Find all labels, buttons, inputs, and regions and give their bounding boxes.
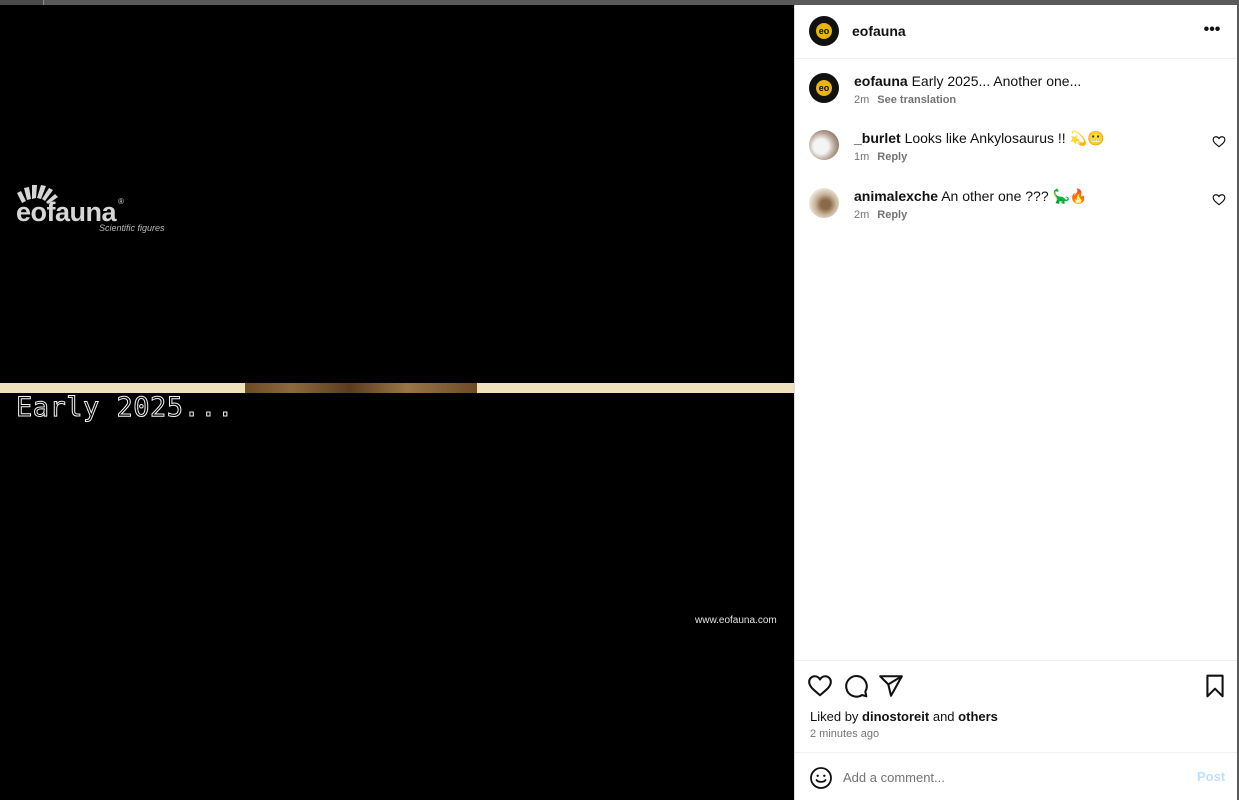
bookmark-icon[interactable] <box>1202 673 1228 699</box>
header-username[interactable]: eofauna <box>852 23 906 39</box>
comment-body: An other one ??? <box>941 188 1049 204</box>
comment-emoji: 💫😬 <box>1069 131 1105 147</box>
comment-body: Looks like Ankylosaurus !! <box>904 130 1066 146</box>
more-horizontal-icon[interactable]: ••• <box>1199 17 1225 43</box>
heart-icon[interactable] <box>807 673 833 699</box>
post-actions: Liked by dinostoreit and others 2 minute… <box>795 660 1238 752</box>
send-icon[interactable] <box>878 673 904 699</box>
comment-meta: 1m Reply <box>854 151 907 163</box>
comment-text: _burlet Looks like Ankylosaurus !! 💫😬 <box>854 129 1104 148</box>
comment-time[interactable]: 1m <box>854 151 869 163</box>
avatar[interactable] <box>809 130 839 160</box>
reply-button[interactable]: Reply <box>877 209 907 221</box>
caption-meta: 2m See translation <box>854 94 956 106</box>
comment-meta: 2m Reply <box>854 209 907 221</box>
comment-emoji: 🦕🔥 <box>1052 189 1088 205</box>
caption-body: Early 2025... Another one... <box>911 73 1082 89</box>
comment-time[interactable]: 2m <box>854 209 869 221</box>
avatar[interactable] <box>809 188 839 218</box>
likes-summary: Liked by dinostoreit and others <box>810 709 998 724</box>
caption-username[interactable]: eofauna <box>854 73 908 89</box>
brand-tagline: Scientific figures <box>99 223 165 233</box>
comment-bubble-icon[interactable] <box>843 673 869 699</box>
post-media[interactable]: eofauna ® Scientific figures Early 2025..… <box>0 5 794 800</box>
caption-text: eofauna Early 2025... Another one... <box>854 72 1081 90</box>
caption-time[interactable]: 2m <box>854 94 869 106</box>
comment-composer: Post <box>795 752 1238 800</box>
comment-text: animalexche An other one ??? 🦕🔥 <box>854 187 1087 206</box>
avatar[interactable]: eo <box>809 73 839 103</box>
post-timestamp[interactable]: 2 minutes ago <box>810 728 879 740</box>
brand-logo: eofauna ® Scientific figures <box>16 181 176 241</box>
liker-username[interactable]: dinostoreit <box>862 709 929 724</box>
comment-username[interactable]: animalexche <box>854 188 938 204</box>
emoji-icon[interactable] <box>809 766 833 790</box>
see-translation-button[interactable]: See translation <box>877 94 956 106</box>
fossil-image <box>245 383 477 393</box>
comment-username[interactable]: _burlet <box>854 130 901 146</box>
post-button[interactable]: Post <box>1197 769 1225 784</box>
post-side-panel: eo eofauna ••• eo eofauna Early 2025... … <box>794 5 1238 800</box>
media-headline: Early 2025... <box>16 392 234 424</box>
heart-icon[interactable] <box>1212 135 1226 149</box>
post-header: eo eofauna ••• <box>795 5 1238 59</box>
heart-icon[interactable] <box>1212 193 1226 207</box>
avatar[interactable]: eo <box>809 16 839 46</box>
media-website: www.eofauna.com <box>695 615 777 626</box>
reply-button[interactable]: Reply <box>877 151 907 163</box>
likes-others-link[interactable]: others <box>958 709 998 724</box>
comment-input[interactable] <box>843 765 1183 789</box>
